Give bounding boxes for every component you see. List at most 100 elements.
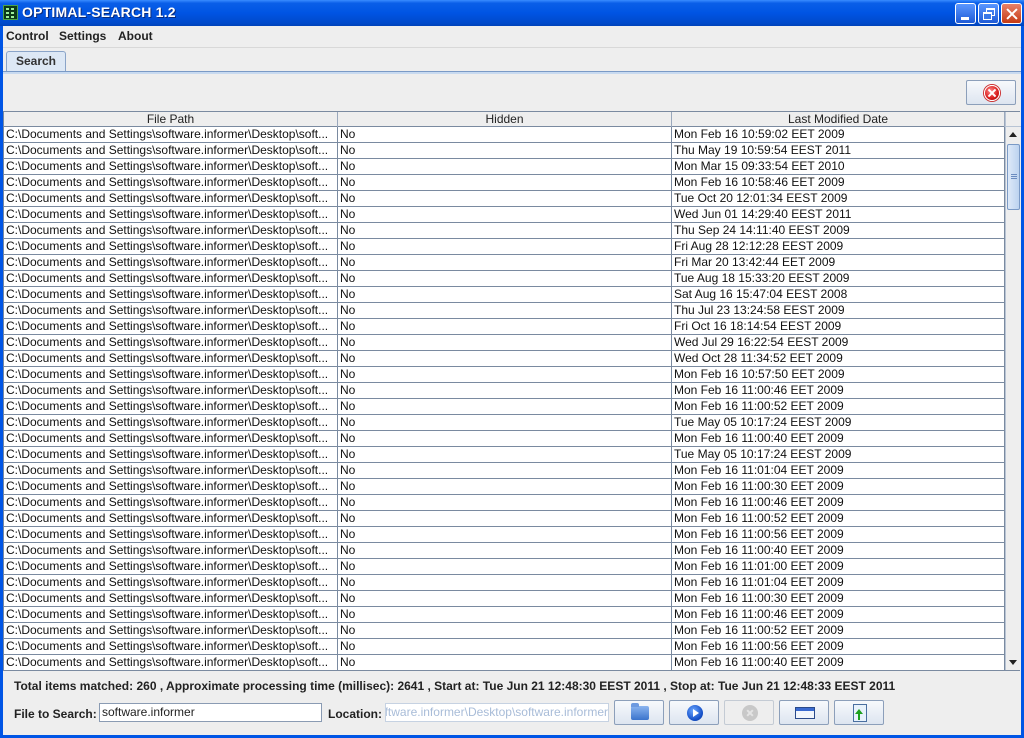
table-row[interactable]: C:\Documents and Settings\software.infor… (4, 383, 1005, 399)
table-row[interactable]: C:\Documents and Settings\software.infor… (4, 591, 1005, 607)
cell-file-path: C:\Documents and Settings\software.infor… (4, 623, 338, 638)
table-row[interactable]: C:\Documents and Settings\software.infor… (4, 575, 1005, 591)
table-row[interactable]: C:\Documents and Settings\software.infor… (4, 303, 1005, 319)
table-row[interactable]: C:\Documents and Settings\software.infor… (4, 623, 1005, 639)
cell-file-path: C:\Documents and Settings\software.infor… (4, 223, 338, 238)
cell-last-modified: Wed Jul 29 16:22:54 EEST 2009 (672, 335, 1005, 350)
close-button[interactable] (1001, 3, 1022, 24)
cell-hidden: No (338, 303, 672, 318)
menu-settings[interactable]: Settings (59, 29, 106, 43)
cell-last-modified: Wed Jun 01 14:29:40 EEST 2011 (672, 207, 1005, 222)
cell-last-modified: Mon Feb 16 10:57:50 EET 2009 (672, 367, 1005, 382)
cell-hidden: No (338, 511, 672, 526)
cell-file-path: C:\Documents and Settings\software.infor… (4, 335, 338, 350)
cell-file-path: C:\Documents and Settings\software.infor… (4, 367, 338, 382)
column-header-hidden[interactable]: Hidden (338, 112, 672, 127)
menu-about[interactable]: About (118, 29, 153, 43)
cell-hidden: No (338, 159, 672, 174)
table-row[interactable]: C:\Documents and Settings\software.infor… (4, 511, 1005, 527)
cell-last-modified: Mon Feb 16 11:01:04 EET 2009 (672, 575, 1005, 590)
title-bar[interactable]: OPTIMAL-SEARCH 1.2 (0, 0, 1024, 26)
view-window-button[interactable] (779, 700, 829, 725)
table-row[interactable]: C:\Documents and Settings\software.infor… (4, 239, 1005, 255)
cell-last-modified: Mon Feb 16 11:00:46 EET 2009 (672, 383, 1005, 398)
table-row[interactable]: C:\Documents and Settings\software.infor… (4, 159, 1005, 175)
cell-last-modified: Wed Oct 28 11:34:52 EET 2009 (672, 351, 1005, 366)
table-row[interactable]: C:\Documents and Settings\software.infor… (4, 223, 1005, 239)
table-row[interactable]: C:\Documents and Settings\software.infor… (4, 127, 1005, 143)
table-row[interactable]: C:\Documents and Settings\software.infor… (4, 495, 1005, 511)
cell-hidden: No (338, 463, 672, 478)
vertical-scrollbar[interactable] (1005, 112, 1021, 670)
cell-file-path: C:\Documents and Settings\software.infor… (4, 495, 338, 510)
file-to-search-label: File to Search: (14, 707, 97, 721)
menu-control[interactable]: Control (6, 29, 49, 43)
table-row[interactable]: C:\Documents and Settings\software.infor… (4, 655, 1005, 671)
table-row[interactable]: C:\Documents and Settings\software.infor… (4, 479, 1005, 495)
cell-hidden: No (338, 255, 672, 270)
table-row[interactable]: C:\Documents and Settings\software.infor… (4, 527, 1005, 543)
cell-hidden: No (338, 287, 672, 302)
cell-last-modified: Thu May 19 10:59:54 EEST 2011 (672, 143, 1005, 158)
cell-hidden: No (338, 431, 672, 446)
table-row[interactable]: C:\Documents and Settings\software.infor… (4, 415, 1005, 431)
table-row[interactable]: C:\Documents and Settings\software.infor… (4, 287, 1005, 303)
restore-button[interactable] (978, 3, 999, 24)
table-row[interactable]: C:\Documents and Settings\software.infor… (4, 559, 1005, 575)
table-row[interactable]: C:\Documents and Settings\software.infor… (4, 399, 1005, 415)
cell-file-path: C:\Documents and Settings\software.infor… (4, 655, 338, 670)
tab-search[interactable]: Search (6, 51, 66, 72)
cell-hidden: No (338, 607, 672, 622)
cell-hidden: No (338, 319, 672, 334)
cell-hidden: No (338, 271, 672, 286)
cell-hidden: No (338, 559, 672, 574)
scrollbar-thumb[interactable] (1007, 144, 1020, 210)
cell-last-modified: Mon Feb 16 11:00:56 EET 2009 (672, 527, 1005, 542)
table-row[interactable]: C:\Documents and Settings\software.infor… (4, 191, 1005, 207)
table-row[interactable]: C:\Documents and Settings\software.infor… (4, 351, 1005, 367)
table-row[interactable]: C:\Documents and Settings\software.infor… (4, 319, 1005, 335)
cell-file-path: C:\Documents and Settings\software.infor… (4, 351, 338, 366)
column-header-last-modified[interactable]: Last Modified Date (672, 112, 1005, 127)
table-header: File Path Hidden Last Modified Date (4, 112, 1005, 127)
cell-hidden: No (338, 527, 672, 542)
location-label: Location: (328, 707, 382, 721)
table-row[interactable]: C:\Documents and Settings\software.infor… (4, 207, 1005, 223)
column-header-file-path[interactable]: File Path (4, 112, 338, 127)
table-row[interactable]: C:\Documents and Settings\software.infor… (4, 463, 1005, 479)
table-row[interactable]: C:\Documents and Settings\software.infor… (4, 143, 1005, 159)
file-to-search-input[interactable]: software.informer (99, 703, 322, 722)
scroll-down-arrow-icon[interactable] (1006, 654, 1020, 670)
table-row[interactable]: C:\Documents and Settings\software.infor… (4, 639, 1005, 655)
cell-file-path: C:\Documents and Settings\software.infor… (4, 575, 338, 590)
table-row[interactable]: C:\Documents and Settings\software.infor… (4, 367, 1005, 383)
cell-last-modified: Fri Aug 28 12:12:28 EEST 2009 (672, 239, 1005, 254)
stop-search-button[interactable] (724, 700, 774, 725)
cell-file-path: C:\Documents and Settings\software.infor… (4, 191, 338, 206)
cell-last-modified: Mon Feb 16 11:00:52 EET 2009 (672, 623, 1005, 638)
scroll-up-arrow-icon[interactable] (1006, 127, 1020, 143)
start-search-button[interactable] (669, 700, 719, 725)
cell-file-path: C:\Documents and Settings\software.infor… (4, 463, 338, 478)
table-row[interactable]: C:\Documents and Settings\software.infor… (4, 543, 1005, 559)
folder-icon (631, 703, 649, 720)
table-row[interactable]: C:\Documents and Settings\software.infor… (4, 431, 1005, 447)
cell-last-modified: Tue Aug 18 15:33:20 EEST 2009 (672, 271, 1005, 286)
app-window: OPTIMAL-SEARCH 1.2 Control Settings Abou… (0, 0, 1024, 738)
table-row[interactable]: C:\Documents and Settings\software.infor… (4, 607, 1005, 623)
browse-location-button[interactable] (614, 700, 664, 725)
location-input[interactable]: C:\Documents and Settings\software.infor… (385, 703, 609, 722)
clear-results-button[interactable] (966, 80, 1016, 105)
cell-last-modified: Fri Oct 16 18:14:54 EEST 2009 (672, 319, 1005, 334)
table-row[interactable]: C:\Documents and Settings\software.infor… (4, 447, 1005, 463)
cell-last-modified: Tue May 05 10:17:24 EEST 2009 (672, 415, 1005, 430)
table-row[interactable]: C:\Documents and Settings\software.infor… (4, 335, 1005, 351)
cell-last-modified: Mon Feb 16 11:00:46 EET 2009 (672, 607, 1005, 622)
table-row[interactable]: C:\Documents and Settings\software.infor… (4, 255, 1005, 271)
export-button[interactable] (834, 700, 884, 725)
cell-hidden: No (338, 191, 672, 206)
table-row[interactable]: C:\Documents and Settings\software.infor… (4, 175, 1005, 191)
table-row[interactable]: C:\Documents and Settings\software.infor… (4, 271, 1005, 287)
minimize-button[interactable] (955, 3, 976, 24)
cell-file-path: C:\Documents and Settings\software.infor… (4, 447, 338, 462)
